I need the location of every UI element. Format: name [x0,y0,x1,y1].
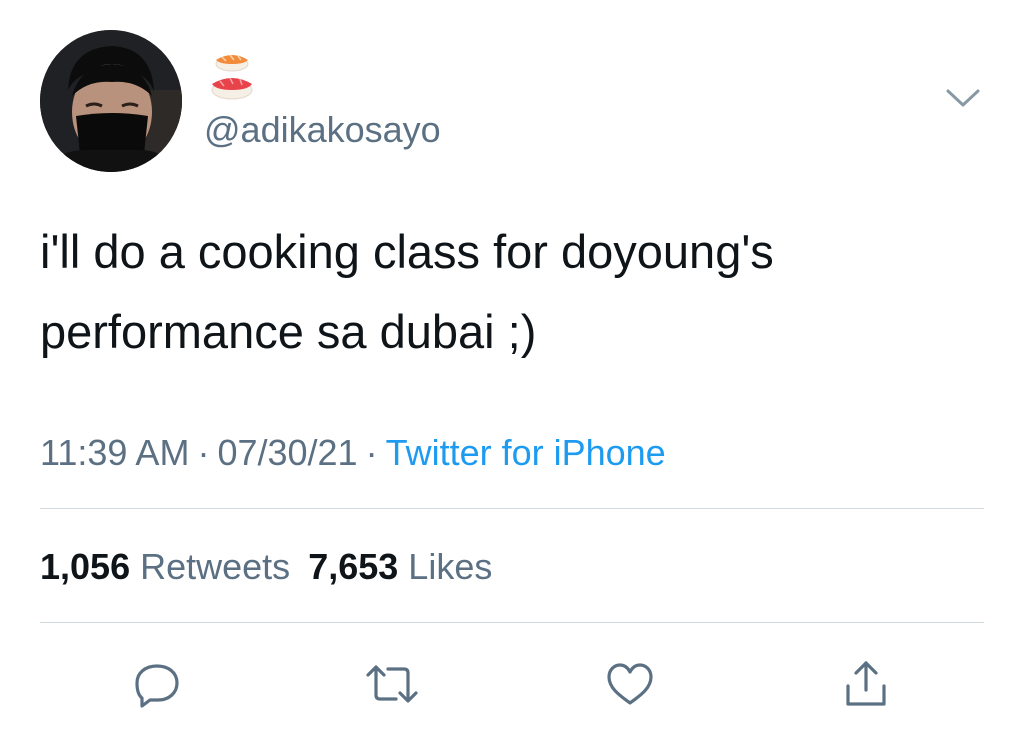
like-icon [607,663,653,705]
tweet-text-line-1: i'll do a cooking class for doyoung's [40,225,774,278]
user-handle[interactable]: @adikakosayo [204,108,441,152]
avatar[interactable] [40,30,182,172]
retweets-stat[interactable]: 1,056 Retweets [40,546,290,587]
reply-button[interactable] [129,656,185,712]
tweet-source-link[interactable]: Twitter for iPhone [386,432,666,473]
tweet-meta: 11:39 AM · 07/30/21 · Twitter for iPhone [40,428,666,478]
likes-stat[interactable]: 7,653 Likes [308,546,492,587]
meta-separator: · [365,432,378,473]
retweet-icon [366,665,418,703]
sushi-icon [211,54,253,100]
retweets-count: 1,056 [40,546,131,587]
share-button[interactable] [838,656,894,712]
share-icon [846,661,886,706]
tweet-time[interactable]: 11:39 AM [40,432,189,473]
likes-label: Likes [408,546,493,587]
avatar-image [40,30,182,172]
tweet-stats: 1,056 Retweets 7,653 Likes [40,542,492,592]
tweet-date[interactable]: 07/30/21 [217,432,357,473]
divider [40,508,984,509]
likes-count: 7,653 [308,546,399,587]
display-name[interactable] [204,50,260,106]
retweet-button[interactable] [364,656,420,712]
tweet-text: i'll do a cooking class for doyoung's pe… [40,212,970,372]
like-button[interactable] [602,656,658,712]
meta-separator: · [197,432,210,473]
chevron-down-icon[interactable] [944,86,982,110]
tweet-card: @adikakosayo i'll do a cooking class for… [0,0,1024,744]
reply-icon [135,664,179,708]
retweets-label: Retweets [140,546,291,587]
divider [40,622,984,623]
tweet-text-line-2: performance sa dubai ;) [40,305,537,358]
